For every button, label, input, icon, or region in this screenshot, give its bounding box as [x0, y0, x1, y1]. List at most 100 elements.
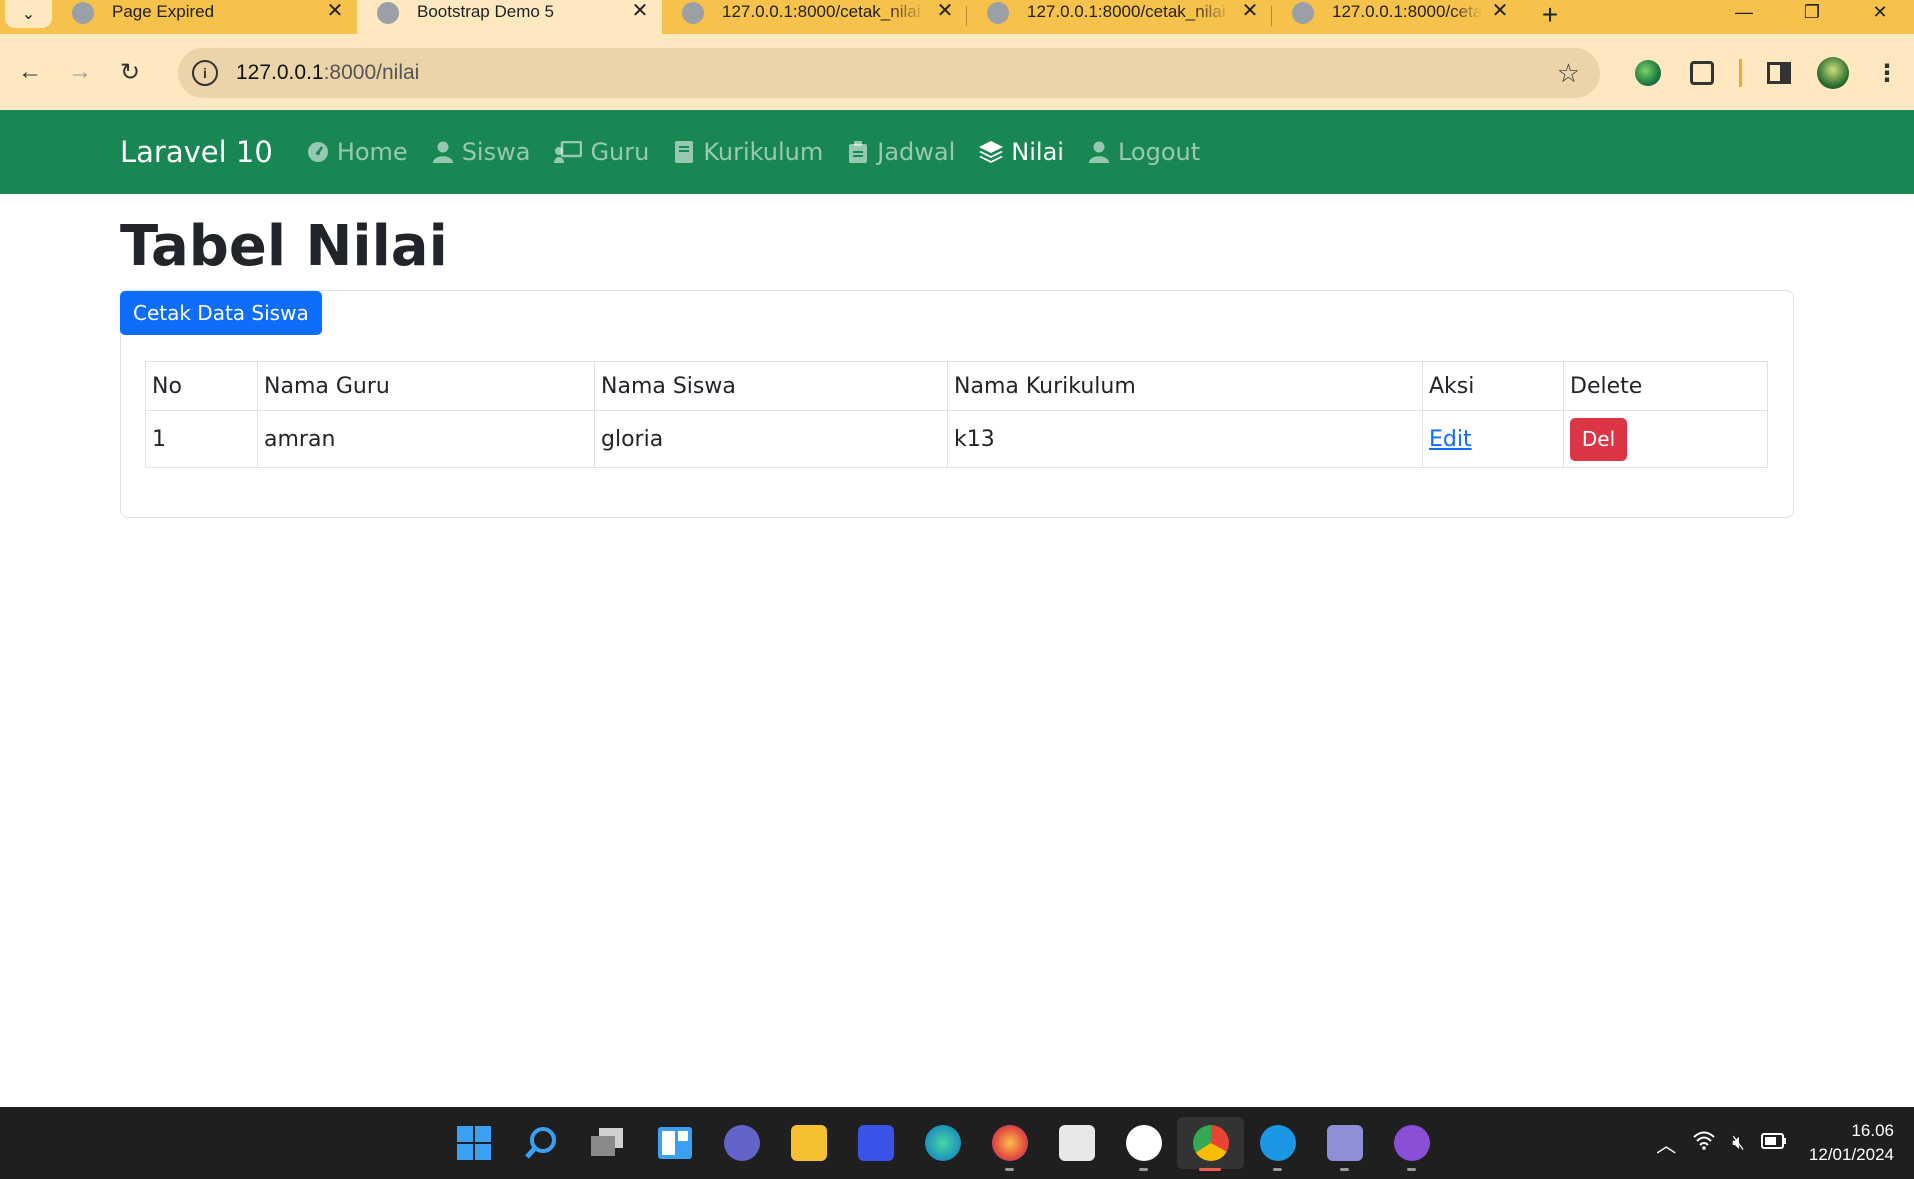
chevron-up-icon[interactable]: ︿ — [1656, 1129, 1676, 1158]
url-text[interactable]: 127.0.0.1:8000/nilai — [236, 61, 419, 85]
table-row: 1 amran gloria k13 Edit Del — [145, 410, 1768, 468]
chrome-icon[interactable] — [1177, 1117, 1244, 1171]
clock-time: 16.06 — [1851, 1121, 1894, 1140]
close-icon[interactable]: ✕ — [935, 1, 955, 21]
site-info-icon[interactable]: i — [192, 60, 218, 86]
nav-item-logout[interactable]: Logout — [1088, 138, 1200, 166]
start-icon[interactable] — [440, 1117, 507, 1169]
back-icon[interactable]: ← — [10, 52, 50, 92]
browser-tab[interactable]: 127.0.0.1:8000/cetak_nilai ✕ — [967, 0, 1272, 34]
extensions-puzzle-icon[interactable] — [1675, 61, 1729, 85]
cell-nama-kurikulum: k13 — [947, 410, 1423, 468]
nav-item-label: Home — [336, 138, 408, 166]
browser-tab-active[interactable]: Bootstrap Demo 5 ✕ — [357, 0, 662, 34]
nav-item-home[interactable]: Home — [307, 138, 408, 166]
user-icon — [1088, 141, 1110, 163]
nav-item-guru[interactable]: Guru — [554, 138, 649, 166]
delete-button[interactable]: Del — [1570, 417, 1627, 461]
cell-delete: Del — [1563, 410, 1768, 468]
forward-icon[interactable]: → — [60, 52, 100, 92]
widgets-icon[interactable] — [641, 1117, 708, 1169]
clipboard-icon — [847, 141, 869, 163]
nav-item-label: Guru — [590, 138, 650, 166]
plus-icon: + — [1541, 0, 1559, 30]
nav-item-label: Logout — [1117, 138, 1201, 166]
bookmark-star-icon[interactable]: ☆ — [1557, 58, 1580, 89]
book-icon — [673, 141, 695, 163]
nav-item-label: Nilai — [1011, 138, 1064, 166]
globe-icon — [1292, 2, 1314, 24]
github-icon[interactable] — [1378, 1117, 1445, 1171]
battery-icon[interactable] — [1760, 1132, 1787, 1155]
tab-title: 127.0.0.1:8000/cetak_nilai — [1332, 2, 1482, 21]
edit-link[interactable]: Edit — [1429, 427, 1472, 452]
tab-title: 127.0.0.1:8000/cetak_nilai — [1027, 2, 1226, 21]
nav-item-kurikulum[interactable]: Kurikulum — [673, 138, 823, 166]
nav-item-nilai[interactable]: Nilai — [979, 138, 1064, 166]
column-header-delete: Delete — [1563, 361, 1768, 411]
column-header-nama-kurikulum: Nama Kurikulum — [947, 361, 1423, 411]
close-icon[interactable]: ✕ — [1490, 1, 1510, 21]
toolbar-right: ⋮ — [1621, 48, 1914, 98]
search-icon[interactable] — [507, 1117, 574, 1169]
taskbar-apps — [440, 1117, 1445, 1171]
navbar-brand[interactable]: Laravel 10 — [120, 135, 273, 169]
globe-icon — [72, 2, 94, 24]
browser-toolbar: ← → ↻ i 127.0.0.1:8000/nilai ☆ ⋮ — [0, 34, 1914, 110]
minimize-icon[interactable]: — — [1710, 0, 1778, 24]
new-tab-button[interactable]: + — [1530, 0, 1570, 30]
close-window-icon[interactable]: ✕ — [1846, 0, 1914, 24]
app-icon[interactable] — [1244, 1117, 1311, 1171]
page-title: Tabel Nilai — [120, 214, 448, 279]
column-header-nama-guru: Nama Guru — [257, 361, 595, 411]
address-bar[interactable]: i 127.0.0.1:8000/nilai ☆ — [178, 48, 1600, 98]
wifi-icon[interactable] — [1692, 1130, 1716, 1156]
browser-tab[interactable]: 127.0.0.1:8000/cetak_nilai ✕ — [662, 0, 967, 34]
clock-date: 12/01/2024 — [1808, 1145, 1894, 1164]
tab-title: Page Expired — [112, 2, 215, 21]
column-header-aksi: Aksi — [1422, 361, 1564, 411]
print-data-button[interactable]: Cetak Data Siswa — [120, 291, 322, 335]
side-panel-icon[interactable] — [1752, 62, 1806, 84]
more-menu-icon[interactable]: ⋮ — [1860, 59, 1914, 88]
window-controls: — ❐ ✕ — [1710, 0, 1914, 24]
column-header-no: No — [145, 361, 258, 411]
task-view-icon[interactable] — [574, 1117, 641, 1169]
visual-studio-icon[interactable] — [842, 1117, 909, 1169]
dashboard-icon — [307, 141, 329, 163]
close-icon[interactable]: ✕ — [325, 1, 345, 21]
app-icon[interactable] — [1311, 1117, 1378, 1171]
browser-tab-strip: ⌄ Page Expired ✕ Bootstrap Demo 5 ✕ 127.… — [0, 0, 1914, 34]
firefox-icon[interactable] — [976, 1117, 1043, 1171]
speaker-muted-icon[interactable]: 🔇︎ — [1732, 1132, 1745, 1155]
tab-title: 127.0.0.1:8000/cetak_nilai — [722, 2, 921, 21]
clock[interactable]: 16.06 12/01/2024 — [1809, 1119, 1894, 1167]
column-header-nama-siswa: Nama Siswa — [594, 361, 948, 411]
browser-tab[interactable]: 127.0.0.1:8000/cetak_nilai ✕ — [1272, 0, 1522, 34]
chalkboard-teacher-icon — [554, 141, 583, 163]
nav-item-siswa[interactable]: Siswa — [432, 138, 530, 166]
close-icon[interactable]: ✕ — [1240, 1, 1260, 21]
tab-title: Bootstrap Demo 5 — [417, 2, 555, 21]
tab-search-button[interactable]: ⌄ — [5, 0, 52, 28]
restore-icon[interactable]: ❐ — [1778, 0, 1846, 24]
extension-globe-icon[interactable] — [1621, 60, 1675, 86]
close-icon[interactable]: ✕ — [630, 1, 650, 21]
reload-icon[interactable]: ↻ — [110, 52, 150, 92]
nav-item-jadwal[interactable]: Jadwal — [847, 138, 955, 166]
file-explorer-icon[interactable] — [775, 1117, 842, 1169]
user-icon — [432, 141, 454, 163]
cell-nama-guru: amran — [257, 410, 595, 468]
cell-nama-siswa: gloria — [594, 410, 948, 468]
globe-icon — [682, 2, 704, 24]
profile-avatar[interactable] — [1806, 57, 1860, 89]
windows-taskbar: ︿ 🔇︎ 16.06 12/01/2024 — [0, 1107, 1914, 1179]
store-icon[interactable] — [1043, 1117, 1110, 1169]
toolbar-divider — [1739, 59, 1742, 87]
layers-icon — [979, 141, 1004, 163]
teams-chat-icon[interactable] — [708, 1117, 775, 1169]
browser-tab[interactable]: Page Expired ✕ — [52, 0, 357, 34]
edge-icon[interactable] — [909, 1117, 976, 1169]
chevron-down-icon: ⌄ — [21, 6, 36, 23]
app-icon[interactable] — [1110, 1117, 1177, 1171]
